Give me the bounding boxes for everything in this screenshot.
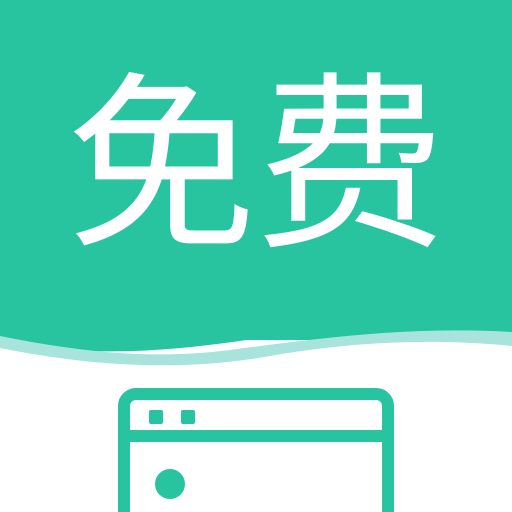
app-icon: 免费 [0, 0, 512, 512]
window-dot-1-icon [149, 410, 163, 424]
app-title: 免费 [65, 56, 446, 277]
browser-window-icon [118, 388, 394, 512]
wave-decoration [0, 330, 512, 398]
window-circle-icon [155, 469, 185, 499]
window-dot-2-icon [181, 410, 195, 424]
